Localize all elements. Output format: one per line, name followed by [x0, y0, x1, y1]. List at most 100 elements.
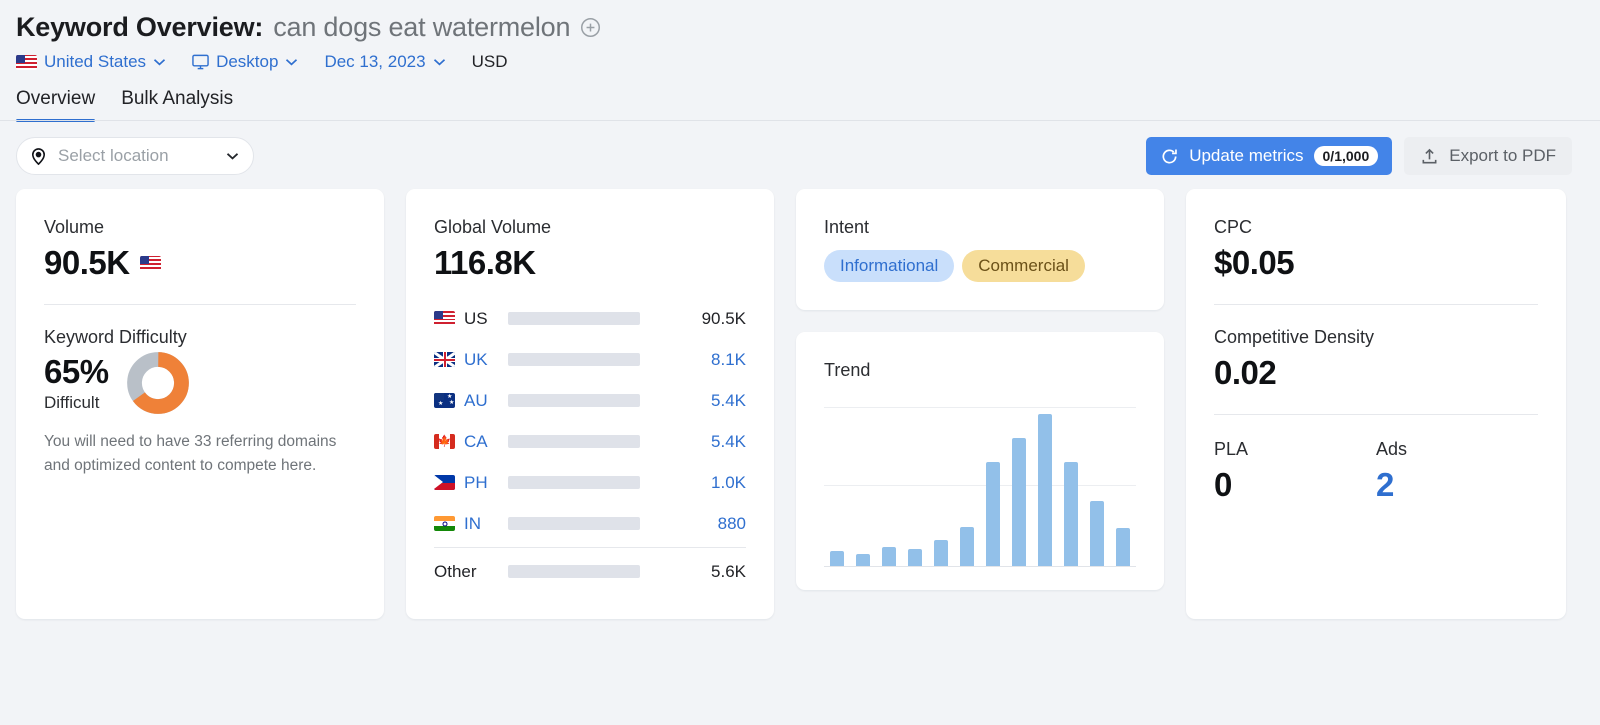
plus-circle-icon[interactable]	[580, 17, 601, 38]
update-metrics-label: Update metrics	[1189, 146, 1303, 166]
country-volume-list: US90.5KUK8.1K★★★AU5.4K🍁CA5.4KPH1.0KIN880…	[434, 298, 746, 592]
ads-value[interactable]: 2	[1376, 466, 1538, 504]
tab-overview[interactable]: Overview	[16, 88, 95, 121]
location-select[interactable]: Select location	[16, 137, 254, 175]
country-volume-row[interactable]: ★★★AU 5.4K	[434, 380, 746, 421]
country-volume-bar	[508, 353, 640, 366]
trend-bar-cell	[1058, 462, 1084, 566]
trend-bar[interactable]	[1116, 528, 1130, 566]
trend-bar[interactable]	[934, 540, 948, 566]
trend-bar[interactable]	[830, 551, 844, 566]
trend-bar[interactable]	[856, 554, 870, 566]
keyword-difficulty-label: Keyword Difficulty	[44, 327, 356, 348]
intent-trend-column: Intent Informational Commercial Trend	[796, 189, 1164, 590]
country-code: IN	[434, 514, 508, 534]
country-selector[interactable]: United States	[16, 52, 166, 72]
country-volume-bar	[508, 476, 640, 489]
date-selector[interactable]: Dec 13, 2023	[324, 52, 445, 72]
divider	[434, 547, 746, 548]
tab-bar: Overview Bulk Analysis	[0, 88, 1600, 121]
country-volume-row[interactable]: IN 880	[434, 503, 746, 544]
chevron-down-icon	[226, 152, 239, 160]
country-volume-bar	[508, 517, 640, 530]
country-volume-value[interactable]: 1.0K	[640, 473, 746, 493]
trend-bar-cell	[954, 527, 980, 566]
trend-bar-cell	[902, 549, 928, 566]
flag-us-icon	[140, 256, 161, 271]
trend-title: Trend	[824, 360, 1136, 381]
export-pdf-button[interactable]: Export to PDF	[1404, 137, 1572, 175]
trend-bar[interactable]	[908, 549, 922, 566]
location-placeholder: Select location	[58, 146, 216, 166]
keyword-difficulty-donut	[127, 352, 189, 414]
upload-icon	[1420, 147, 1439, 166]
trend-bar-cell	[1006, 438, 1032, 566]
trend-bar-cell	[1110, 528, 1136, 566]
flag-ca-icon: 🍁	[434, 434, 455, 449]
country-volume-value: 5.6K	[640, 562, 746, 582]
keyword-overview-page: Keyword Overview: can dogs eat watermelo…	[0, 0, 1600, 725]
currency-label: USD	[472, 52, 508, 72]
global-volume-value: 116.8K	[434, 244, 746, 282]
currency-label-wrap: USD	[472, 52, 508, 72]
keyword-difficulty-value: 65%	[44, 353, 109, 391]
volume-card: Volume 90.5K Keyword Difficulty 65% Diff…	[16, 189, 384, 619]
trend-bar[interactable]	[986, 462, 1000, 566]
metrics-cards: Volume 90.5K Keyword Difficulty 65% Diff…	[0, 175, 1600, 619]
country-volume-bar	[508, 435, 640, 448]
trend-bars	[824, 407, 1136, 566]
chevron-down-icon	[153, 58, 166, 66]
trend-card: Trend	[796, 332, 1164, 590]
country-volume-row[interactable]: 🍁CA5.4K	[434, 421, 746, 462]
flag-us-icon	[16, 55, 37, 70]
country-volume-value: 90.5K	[640, 309, 746, 329]
page-title: Keyword Overview: can dogs eat watermelo…	[16, 12, 1600, 43]
trend-chart	[824, 407, 1136, 567]
device-selector[interactable]: Desktop	[192, 52, 298, 72]
tab-bulk-analysis[interactable]: Bulk Analysis	[121, 88, 233, 121]
country-volume-value[interactable]: 5.4K	[640, 391, 746, 411]
global-volume-card: Global Volume 116.8K US90.5K UK 8.1K ★★★AU 5…	[406, 189, 774, 619]
update-metrics-button[interactable]: Update metrics 0/1,000	[1146, 137, 1392, 175]
trend-bar[interactable]	[1064, 462, 1078, 566]
country-volume-row[interactable]: PH1.0K	[434, 462, 746, 503]
intent-tag-commercial[interactable]: Commercial	[962, 250, 1085, 282]
global-volume-label: Global Volume	[434, 217, 746, 238]
keyword-difficulty-note: You will need to have 33 referring domai…	[44, 430, 356, 478]
country-volume-row[interactable]: US90.5K	[434, 298, 746, 339]
ads-label: Ads	[1376, 439, 1538, 460]
trend-bar[interactable]	[960, 527, 974, 566]
flag-ph-icon	[434, 475, 455, 490]
chevron-down-icon	[433, 58, 446, 66]
country-volume-value[interactable]: 5.4K	[640, 432, 746, 452]
country-volume-bar	[508, 565, 640, 578]
country-volume-row[interactable]: UK 8.1K	[434, 339, 746, 380]
date-label: Dec 13, 2023	[324, 52, 425, 72]
country-volume-value[interactable]: 880	[640, 514, 746, 534]
intent-tag-informational[interactable]: Informational	[824, 250, 954, 282]
toolbar-actions: Update metrics 0/1,000 Export to PDF	[1146, 137, 1572, 175]
page-header: Keyword Overview: can dogs eat watermelo…	[0, 0, 1600, 72]
country-code: UK	[434, 350, 508, 370]
axis-baseline	[824, 566, 1136, 567]
cpc-card: CPC $0.05 Competitive Density 0.02 PLA 0…	[1186, 189, 1566, 619]
trend-bar[interactable]	[882, 547, 896, 566]
competitive-density-label: Competitive Density	[1214, 327, 1538, 348]
intent-tags: Informational Commercial	[824, 250, 1136, 282]
volume-value: 90.5K	[44, 244, 130, 282]
volume-label: Volume	[44, 217, 356, 238]
cpc-label: CPC	[1214, 217, 1538, 238]
country-volume-value[interactable]: 8.1K	[640, 350, 746, 370]
trend-bar[interactable]	[1038, 414, 1052, 566]
trend-bar-cell	[824, 551, 850, 566]
flag-in-icon	[434, 516, 455, 531]
monitor-icon	[192, 54, 209, 70]
trend-bar[interactable]	[1090, 501, 1104, 566]
chevron-down-icon	[285, 58, 298, 66]
export-pdf-label: Export to PDF	[1449, 146, 1556, 166]
pla-label: PLA	[1214, 439, 1376, 460]
country-code: ★★★AU	[434, 391, 508, 411]
map-pin-icon	[29, 147, 48, 166]
trend-bar[interactable]	[1012, 438, 1026, 566]
intent-card: Intent Informational Commercial	[796, 189, 1164, 310]
